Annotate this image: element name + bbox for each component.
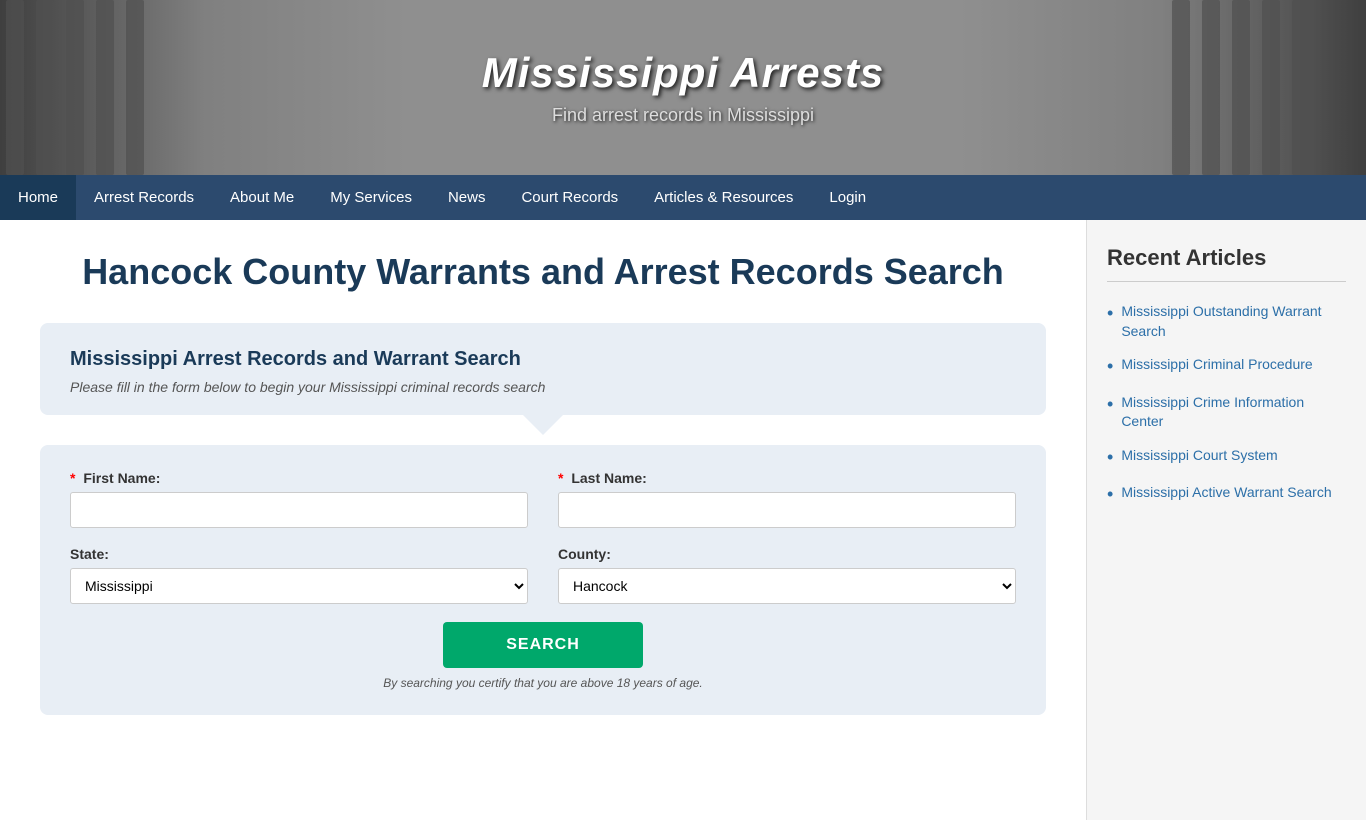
article-list: Mississippi Outstanding Warrant Search Mi… [1107,302,1346,507]
sidebar-article-link[interactable]: Mississippi Outstanding Warrant Search [1121,302,1346,341]
nav-item: Login [811,175,884,220]
name-row: * First Name: * Last Name: [70,470,1016,528]
bars-left-decoration [0,0,200,175]
search-box-title: Mississippi Arrest Records and Warrant S… [70,348,1016,371]
nav-link[interactable]: Arrest Records [76,175,212,220]
page-title: Hancock County Warrants and Arrest Recor… [40,250,1046,293]
first-name-label: * First Name: [70,470,528,486]
sidebar-article-link[interactable]: Mississippi Court System [1121,446,1277,466]
nav-link[interactable]: My Services [312,175,430,220]
nav-link[interactable]: News [430,175,504,220]
required-star-last: * [558,470,563,486]
state-select[interactable]: MississippiAlabamaArkansasLouisianaTenne… [70,568,528,604]
sidebar-article-link[interactable]: Mississippi Active Warrant Search [1121,483,1331,503]
search-box-subtitle: Please fill in the form below to begin y… [70,379,1016,395]
main-nav: HomeArrest RecordsAbout MeMy ServicesNew… [0,175,1366,220]
first-name-group: * First Name: [70,470,528,528]
site-title: Mississippi Arrests [482,49,885,97]
location-row: State: MississippiAlabamaArkansasLouisia… [70,546,1016,604]
county-group: County: HancockHarrisonJacksonAdamsAlcor… [558,546,1016,604]
sidebar-article-item: Mississippi Crime Information Center [1107,393,1346,432]
nav-item: Arrest Records [76,175,212,220]
sidebar-article-link[interactable]: Mississippi Criminal Procedure [1121,355,1312,375]
last-name-label: * Last Name: [558,470,1016,486]
state-label: State: [70,546,528,562]
last-name-group: * Last Name: [558,470,1016,528]
nav-link[interactable]: About Me [212,175,312,220]
search-button[interactable]: SEARCH [443,622,643,668]
header-text: Mississippi Arrests Find arrest records … [482,49,885,126]
nav-link[interactable]: Articles & Resources [636,175,811,220]
sidebar: Recent Articles Mississippi Outstanding … [1086,220,1366,820]
sidebar-article-item: Mississippi Court System [1107,446,1346,469]
nav-link[interactable]: Home [0,175,76,220]
required-star-first: * [70,470,75,486]
sidebar-article-item: Mississippi Criminal Procedure [1107,355,1346,378]
nav-item: Court Records [503,175,636,220]
arrow-down-icon [523,415,563,435]
bars-right-decoration [1166,0,1366,175]
nav-item: About Me [212,175,312,220]
sidebar-article-item: Mississippi Active Warrant Search [1107,483,1346,506]
sidebar-title: Recent Articles [1107,245,1346,282]
last-name-input[interactable] [558,492,1016,528]
nav-link[interactable]: Login [811,175,884,220]
county-label: County: [558,546,1016,562]
nav-item: Home [0,175,76,220]
state-group: State: MississippiAlabamaArkansasLouisia… [70,546,528,604]
site-header: Mississippi Arrests Find arrest records … [0,0,1366,175]
nav-item: My Services [312,175,430,220]
nav-link[interactable]: Court Records [503,175,636,220]
search-header-box: Mississippi Arrest Records and Warrant S… [40,323,1046,415]
sidebar-article-link[interactable]: Mississippi Crime Information Center [1121,393,1346,432]
first-name-input[interactable] [70,492,528,528]
site-subtitle: Find arrest records in Mississippi [482,105,885,126]
nav-item: News [430,175,504,220]
sidebar-article-item: Mississippi Outstanding Warrant Search [1107,302,1346,341]
nav-item: Articles & Resources [636,175,811,220]
form-note: By searching you certify that you are ab… [70,676,1016,690]
main-container: Hancock County Warrants and Arrest Recor… [0,220,1366,820]
main-content: Hancock County Warrants and Arrest Recor… [0,220,1086,820]
county-select[interactable]: HancockHarrisonJacksonAdamsAlcorn [558,568,1016,604]
search-form-area: * First Name: * Last Name: State: Missi [40,445,1046,715]
